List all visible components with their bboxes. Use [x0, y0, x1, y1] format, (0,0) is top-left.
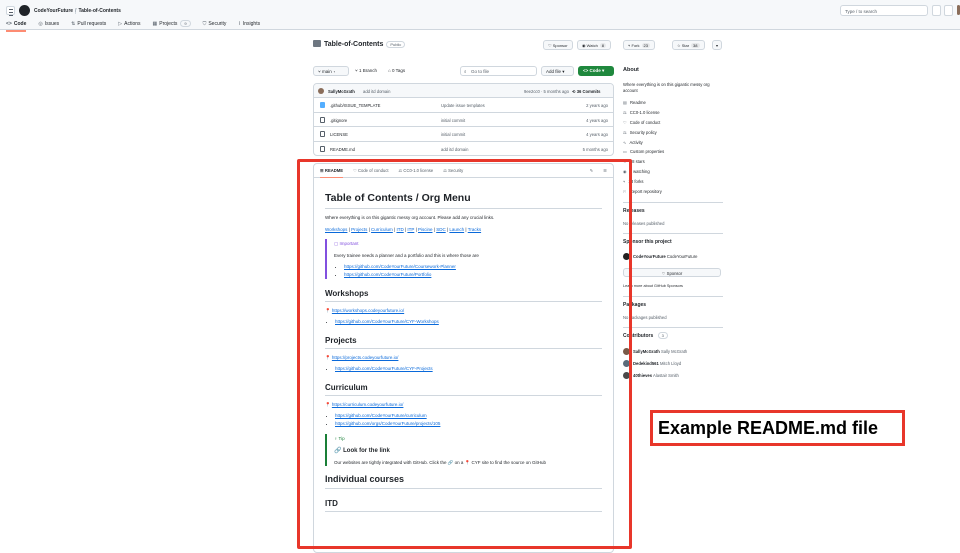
repo-title[interactable]: Table-of-Contents	[324, 41, 383, 48]
sidebar-link[interactable]: ▤ Readme	[623, 100, 664, 110]
sidebar-link[interactable]: ⚖ Security policy	[623, 130, 664, 140]
file-date: 4 years ago	[586, 117, 608, 123]
file-commit-message[interactable]: add itd domain	[441, 147, 468, 152]
page-title: Table-of-Contents Public	[313, 40, 406, 48]
actions-icon: ▷	[118, 21, 123, 27]
table-row[interactable]: README.md add itd domain 5 months ago	[314, 142, 613, 156]
file-table: SallyMcGrath add itd domain 9ee2cc0 · 5 …	[313, 83, 614, 156]
sidebar-link[interactable]: ▭ Custom properties	[623, 149, 664, 159]
shield-icon: ⛉	[202, 21, 207, 27]
law-icon: ⚖	[623, 109, 627, 115]
tab-projects[interactable]: ▦ Projects 9	[152, 20, 191, 32]
sponsor-account[interactable]: CodeYourFuture CodeYourFuture	[633, 254, 697, 259]
about-heading: About	[623, 67, 639, 73]
scale-icon: ⚖	[623, 129, 627, 135]
table-row[interactable]: .gitignore initial commit 4 years ago	[314, 113, 613, 127]
code-icon: <>	[6, 21, 12, 27]
sidebar-link[interactable]: ∿ Activity	[623, 140, 664, 150]
book-icon: ▤	[623, 100, 627, 105]
tab-actions[interactable]: ▷ Actions	[118, 21, 140, 32]
file-icon	[320, 145, 325, 152]
tab-pull-requests[interactable]: ⇅ Pull requests	[71, 21, 106, 32]
file-icon	[320, 131, 325, 137]
org-link[interactable]: CodeYourFuture	[34, 8, 73, 14]
menu-icon[interactable]	[6, 6, 15, 16]
divider	[623, 327, 723, 328]
about-text: Where everything is on this gigantic mes…	[623, 82, 710, 93]
divider	[623, 202, 723, 203]
watch-button[interactable]: ◉ Watch 8	[577, 40, 612, 50]
file-date: 5 months ago	[582, 146, 608, 152]
file-date: 4 years ago	[586, 132, 608, 137]
plus-icon[interactable]	[932, 5, 941, 16]
code-button[interactable]: <> Code ▾	[578, 66, 614, 76]
tab-insights[interactable]: ⌇ Insights	[238, 21, 260, 32]
breadcrumb: CodeYourFuture / Table-of-Contents	[34, 8, 121, 14]
add-file-button[interactable]: Add file ▾	[541, 66, 574, 76]
go-to-file-input[interactable]: ⌕ Go to file	[460, 66, 537, 76]
fork-button[interactable]: ⑂ Fork 23	[623, 40, 655, 50]
tags-link[interactable]: ⌂ 0 Tags	[388, 68, 405, 73]
graph-icon: ⌇	[238, 21, 241, 27]
branches-link[interactable]: ⑂ 1 Branch	[355, 68, 377, 73]
file-name[interactable]: LICENSE	[330, 132, 348, 137]
heart-icon: ♡	[623, 119, 627, 125]
file-date: 2 years ago	[586, 103, 608, 108]
divider	[623, 296, 723, 297]
folder-icon	[320, 102, 325, 108]
file-name[interactable]: .gitignore	[330, 118, 347, 123]
file-commit-message[interactable]: initial commit	[441, 132, 465, 137]
projects-count-badge: 9	[180, 20, 191, 27]
annotation-callout: Example README.md file	[650, 410, 905, 446]
note-icon: ▭	[623, 149, 627, 155]
file-commit-message[interactable]: initial commit	[441, 118, 465, 123]
commit-author[interactable]: SallyMcGrath	[328, 89, 355, 94]
issues-nav-icon[interactable]	[944, 5, 953, 16]
tab-issues[interactable]: ◎ Issues	[38, 21, 59, 32]
search-icon: ⌕	[464, 69, 467, 74]
repo-link[interactable]: Table-of-Contents	[78, 8, 120, 14]
github-logo-icon[interactable]	[19, 5, 30, 16]
commit-hash[interactable]: 9ee2cc0 · 5 months ago	[524, 89, 569, 94]
contributor-item[interactable]: SallyMcGrath Sally McGrath	[623, 345, 687, 357]
tab-security[interactable]: ⛉ Security	[203, 21, 227, 32]
table-row[interactable]: LICENSE initial commit 4 years ago	[314, 127, 613, 142]
star-button[interactable]: ☆ Star 38	[672, 40, 705, 50]
commit-message[interactable]: add itd domain	[363, 89, 390, 94]
table-row[interactable]: .github/ISSUE_TEMPLATE Update issue templ…	[314, 98, 613, 113]
latest-commit: SallyMcGrath add itd domain 9ee2cc0 · 5 …	[314, 84, 613, 98]
file-name[interactable]: README.md	[330, 147, 355, 152]
sidebar-sponsor-button[interactable]: ♡ Sponsor	[623, 268, 721, 277]
divider	[623, 233, 723, 234]
pulse-icon: ∿	[623, 139, 627, 145]
sidebar-link[interactable]: ⚖ CC0-1.0 license	[623, 110, 664, 120]
file-commit-message[interactable]: Update issue templates	[441, 103, 485, 108]
tab-code[interactable]: <> Code	[6, 21, 27, 32]
visibility-badge: Public	[386, 41, 406, 48]
file-name[interactable]: .github/ISSUE_TEMPLATE	[330, 103, 380, 108]
star-dropdown-button[interactable]: ▾	[712, 40, 722, 50]
repo-icon	[313, 40, 321, 47]
repo-tabs: <> Code ◎ Issues ⇅ Pull requests ▷ Actions ▦ Proj…	[6, 20, 260, 32]
contributor-item[interactable]: Dedekind561 Mitch Lloyd	[623, 357, 687, 369]
contributors-list: SallyMcGrath Sally McGrath Dedekind561 Mi…	[623, 345, 687, 381]
sidebar-link[interactable]: ♡ Code of conduct	[623, 120, 664, 130]
contributor-item[interactable]: 40thieves Alastair Smith	[623, 369, 687, 381]
sponsor-button[interactable]: ♡ Sponsor	[543, 40, 573, 50]
commits-link[interactable]: ⟲ 36 Commits	[572, 89, 600, 94]
file-icon	[320, 116, 325, 123]
issue-icon: ◎	[38, 21, 43, 27]
search-input[interactable]: Type / to search	[840, 5, 928, 16]
annotation-highlight-box	[297, 159, 632, 549]
branch-selector[interactable]: ⑂ main ▾	[313, 66, 349, 76]
pull-request-icon: ⇅	[71, 21, 76, 27]
avatar	[318, 88, 324, 94]
projects-icon: ▦	[152, 21, 158, 27]
